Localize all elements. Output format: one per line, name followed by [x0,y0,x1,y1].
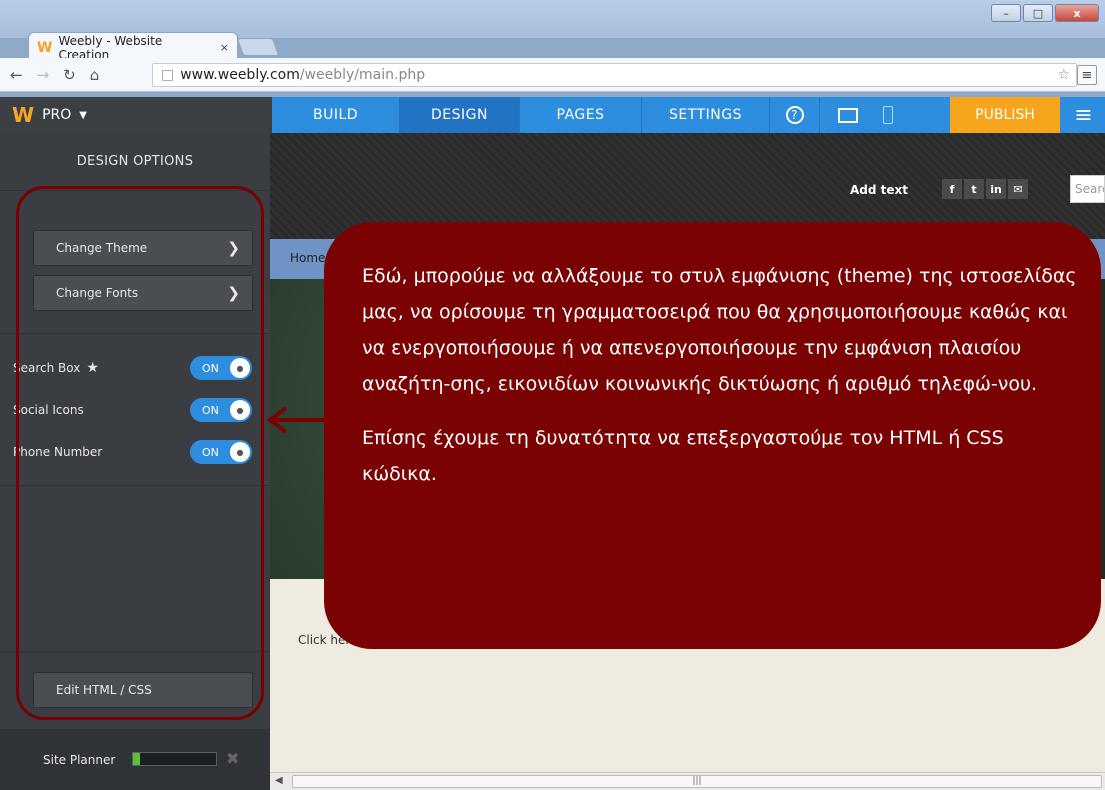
nav-home-link[interactable]: Home [290,251,325,265]
home-icon[interactable]: ⌂ [90,66,100,84]
maximize-button[interactable]: □ [1023,4,1053,22]
add-text-label[interactable]: Add text [850,183,908,197]
weebly-favicon-icon: W [37,39,53,56]
site-planner-progress [132,752,217,766]
new-tab-button[interactable] [236,38,280,56]
minimize-button[interactable]: – [991,4,1021,22]
scroll-left-icon[interactable]: ◀ [275,775,283,786]
annotation-paragraph-2: Επίσης έχουμε τη δυνατότητα να επεξεργασ… [362,427,1004,485]
weebly-logo-icon: W [12,103,35,127]
annotation-callout: Εδώ, μπορούμε να αλλάξουμε το στυλ εμφάν… [324,222,1101,649]
hamburger-menu-icon[interactable]: ≡ [1062,97,1105,133]
reload-icon[interactable]: ↻ [63,66,76,84]
desktop-view-icon[interactable] [820,97,876,133]
mobile-view-icon[interactable] [876,97,900,133]
site-planner-label: Site Planner [43,752,116,767]
tab-pages[interactable]: PAGES [520,97,642,133]
chevron-down-icon: ▼ [79,109,87,121]
tab-close-icon[interactable]: × [220,41,229,54]
forward-arrow-icon[interactable]: → [37,66,50,84]
site-search-input[interactable]: Search [1070,175,1105,203]
browser-menu-icon[interactable]: ≡ [1077,65,1097,85]
annotation-paragraph-1: Εδώ, μπορούμε να αλλάξουμε το στυλ εμφάν… [362,265,1077,395]
facebook-icon[interactable]: f [942,179,962,199]
annotation-arrow-icon [266,406,330,434]
publish-button[interactable]: PUBLISH [950,97,1060,133]
site-planner: Site Planner ✖ [0,729,270,790]
horizontal-scrollbar[interactable]: ◀ ||| [270,772,1105,790]
plan-label: PRO [42,107,72,123]
url-path: /weebly/main.php [299,67,426,83]
scroll-thumb[interactable]: ||| [292,775,1102,788]
window-controls: – □ x [991,4,1099,22]
back-arrow-icon[interactable]: ← [10,66,23,84]
page-icon: □ [161,67,175,83]
weebly-topbar: W PRO ▼ BUILD DESIGN PAGES SETTINGS ? PU… [0,97,1105,133]
help-icon[interactable]: ? [770,97,820,133]
close-window-button[interactable]: x [1055,4,1099,22]
url-host: www.weebly.com [180,67,300,83]
sidebar-title: DESIGN OPTIONS [0,133,270,191]
highlight-outline [16,186,264,720]
tab-build[interactable]: BUILD [272,97,400,133]
brand-menu[interactable]: W PRO ▼ [0,97,272,133]
address-bar[interactable]: □ www.weebly.com /weebly/main.php ☆ [152,63,1077,87]
tab-settings[interactable]: SETTINGS [642,97,770,133]
email-icon[interactable]: ✉ [1008,179,1028,199]
bookmark-star-icon[interactable]: ☆ [1057,67,1070,83]
twitter-icon[interactable]: t [964,179,984,199]
tab-design[interactable]: DESIGN [400,97,520,133]
close-icon[interactable]: ✖ [226,749,239,768]
linkedin-icon[interactable]: in [986,179,1006,199]
